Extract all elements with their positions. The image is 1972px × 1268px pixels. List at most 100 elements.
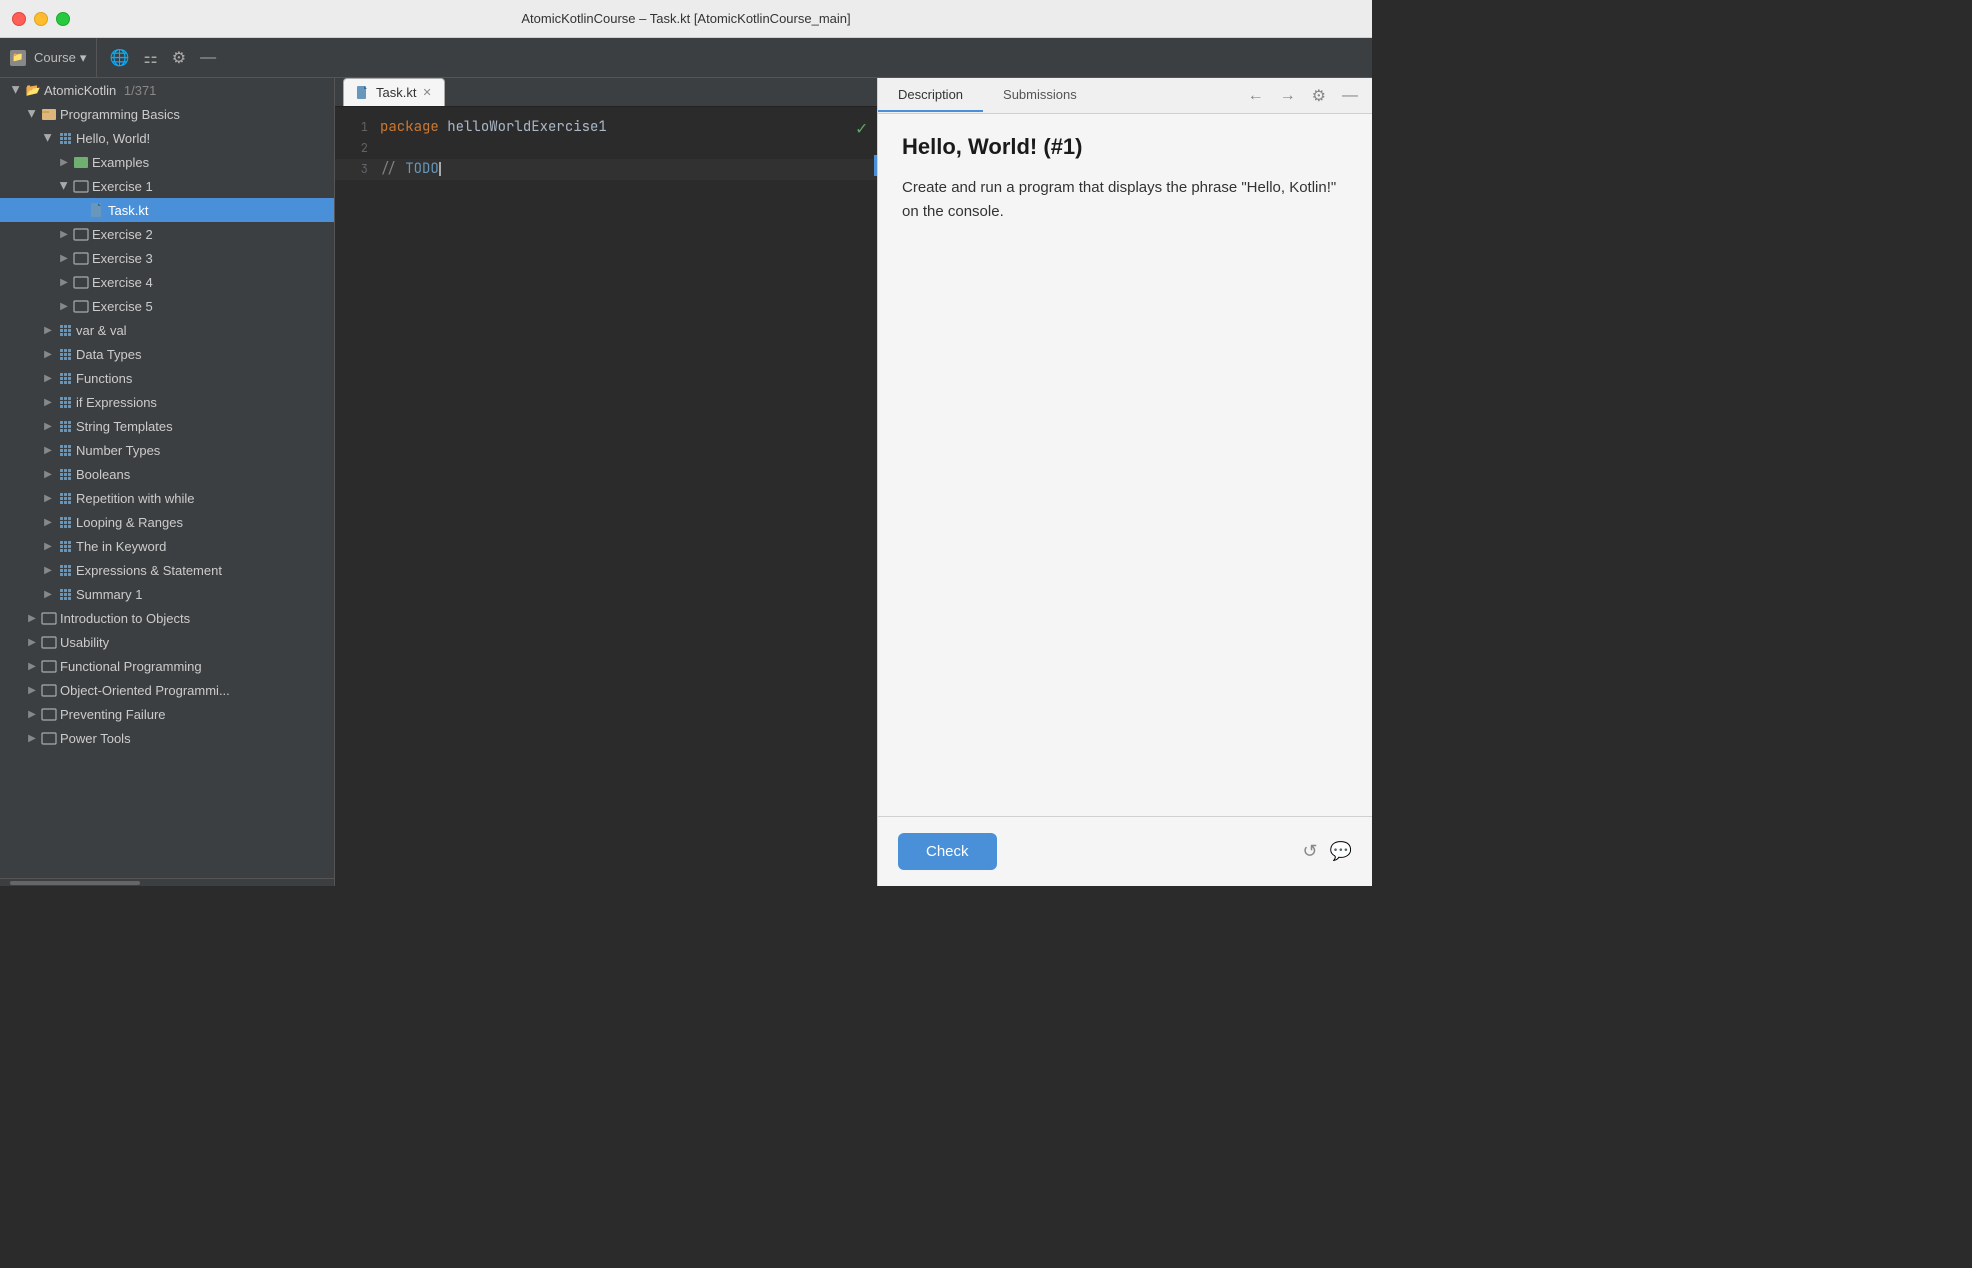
if-exp-label: if Expressions bbox=[74, 395, 334, 410]
window-controls bbox=[12, 12, 70, 26]
sidebar-item-exercise-2[interactable]: ▶ Exercise 2 bbox=[0, 222, 334, 246]
hello-world-label: Hello, World! bbox=[74, 131, 334, 146]
sidebar-item-repetition[interactable]: ▶ Repetition with while bbox=[0, 486, 334, 510]
exercise5-arrow: ▶ bbox=[56, 298, 72, 314]
sidebar-item-looping[interactable]: ▶ Looping & Ranges bbox=[0, 510, 334, 534]
sidebar-item-usability[interactable]: ▶ Usability bbox=[0, 630, 334, 654]
window-title: AtomicKotlinCourse – Task.kt [AtomicKotl… bbox=[521, 11, 850, 26]
exercise1-label: Exercise 1 bbox=[90, 179, 334, 194]
exercise1-folder-icon bbox=[72, 177, 90, 195]
sidebar-item-root[interactable]: ▶ 📂 AtomicKotlin 1/371 bbox=[0, 78, 334, 102]
nav-forward-button[interactable]: → bbox=[1274, 85, 1302, 107]
sidebar-item-functional-prog[interactable]: ▶ Functional Programming bbox=[0, 654, 334, 678]
sidebar-item-number-types[interactable]: ▶ Number Types bbox=[0, 438, 334, 462]
hello-world-icon bbox=[56, 129, 74, 147]
if-exp-icon bbox=[56, 393, 74, 411]
sidebar-item-exercise-4[interactable]: ▶ Exercise 4 bbox=[0, 270, 334, 294]
right-panel-content: Hello, World! (#1) Create and run a prog… bbox=[878, 114, 1372, 816]
sidebar-scrollbar[interactable] bbox=[0, 878, 334, 886]
globe-icon-button[interactable]: 🌐 bbox=[105, 46, 133, 70]
sidebar-item-examples[interactable]: ▶ Examples bbox=[0, 150, 334, 174]
sidebar-item-preventing-failure[interactable]: ▶ Preventing Failure bbox=[0, 702, 334, 726]
root-folder-icon: 📂 bbox=[24, 81, 42, 99]
sidebar-item-programming-basics[interactable]: ▶ Programming Basics bbox=[0, 102, 334, 126]
num-types-icon bbox=[56, 441, 74, 459]
in-kw-label: The in Keyword bbox=[74, 539, 334, 554]
minus-icon-button[interactable]: — bbox=[196, 47, 220, 69]
editor-code-area[interactable]: ✓ 1 package helloWorldExercise1 2 bbox=[335, 107, 877, 886]
tab-close-button[interactable]: ✕ bbox=[422, 86, 431, 99]
course-label: Course bbox=[34, 50, 76, 65]
layout-icon-button[interactable]: ⚏ bbox=[139, 46, 161, 70]
check-button[interactable]: Check bbox=[898, 833, 997, 870]
course-button[interactable]: Course ▾ bbox=[34, 50, 86, 66]
footer-refresh-button[interactable]: ↺ bbox=[1302, 841, 1317, 862]
intro-obj-arrow: ▶ bbox=[24, 610, 40, 626]
settings-icon-button[interactable]: ⚙ bbox=[168, 46, 190, 70]
sidebar-item-task-kt[interactable]: ▶ Task.kt bbox=[0, 198, 334, 222]
nav-close-button[interactable]: — bbox=[1336, 85, 1364, 107]
sidebar-item-exercise-5[interactable]: ▶ Exercise 5 bbox=[0, 294, 334, 318]
in-kw-icon bbox=[56, 537, 74, 555]
right-panel: Description Submissions ← → ⚙ — Hello, W… bbox=[877, 78, 1372, 886]
exercise1-arrow: ▶ bbox=[56, 178, 72, 194]
maximize-button[interactable] bbox=[56, 12, 70, 26]
exercise3-icon bbox=[72, 249, 90, 267]
examples-folder-icon bbox=[72, 153, 90, 171]
booleans-icon bbox=[56, 465, 74, 483]
num-types-arrow: ▶ bbox=[40, 442, 56, 458]
sidebar-item-power-tools[interactable]: ▶ Power Tools bbox=[0, 726, 334, 750]
minimize-button[interactable] bbox=[34, 12, 48, 26]
sidebar-item-summary-1[interactable]: ▶ Summary 1 bbox=[0, 582, 334, 606]
functions-icon bbox=[56, 369, 74, 387]
nav-settings-button[interactable]: ⚙ bbox=[1306, 84, 1332, 108]
sidebar-item-data-types[interactable]: ▶ Data Types bbox=[0, 342, 334, 366]
exercise-description: Create and run a program that displays t… bbox=[902, 176, 1348, 224]
line-content-1: package helloWorldExercise1 bbox=[380, 117, 877, 138]
tab-task-kt[interactable]: Task.kt ✕ bbox=[343, 78, 445, 106]
sidebar-item-in-keyword[interactable]: ▶ The in Keyword bbox=[0, 534, 334, 558]
sidebar-item-functions[interactable]: ▶ Functions bbox=[0, 366, 334, 390]
power-tools-label: Power Tools bbox=[58, 731, 334, 746]
data-types-label: Data Types bbox=[74, 347, 334, 362]
sidebar-item-hello-world[interactable]: ▶ Hello, World! bbox=[0, 126, 334, 150]
prog-basics-folder-icon bbox=[40, 105, 58, 123]
right-panel-nav: ← → ⚙ — bbox=[1242, 84, 1372, 108]
footer-icons: ↺ 💬 bbox=[1302, 841, 1352, 862]
tab-submissions[interactable]: Submissions bbox=[983, 79, 1097, 112]
sidebar-item-expressions[interactable]: ▶ Expressions & Statement bbox=[0, 558, 334, 582]
str-tmpl-arrow: ▶ bbox=[40, 418, 56, 434]
sidebar-item-booleans[interactable]: ▶ Booleans bbox=[0, 462, 334, 486]
sidebar-item-intro-objects[interactable]: ▶ Introduction to Objects bbox=[0, 606, 334, 630]
expr-arrow: ▶ bbox=[40, 562, 56, 578]
prev-fail-icon bbox=[40, 705, 58, 723]
nav-back-button[interactable]: ← bbox=[1242, 85, 1270, 107]
root-label: AtomicKotlin 1/371 bbox=[42, 83, 334, 98]
editor-line-2: 2 bbox=[335, 138, 877, 159]
sidebar-item-exercise-3[interactable]: ▶ Exercise 3 bbox=[0, 246, 334, 270]
exercise3-arrow: ▶ bbox=[56, 250, 72, 266]
task-kt-file-icon bbox=[88, 201, 106, 219]
sidebar-item-string-templates[interactable]: ▶ String Templates bbox=[0, 414, 334, 438]
prog-basics-label: Programming Basics bbox=[58, 107, 334, 122]
func-prog-arrow: ▶ bbox=[24, 658, 40, 674]
sidebar-item-if-expressions[interactable]: ▶ if Expressions bbox=[0, 390, 334, 414]
tab-description[interactable]: Description bbox=[878, 79, 983, 112]
sidebar-item-oop[interactable]: ▶ Object-Oriented Programmi... bbox=[0, 678, 334, 702]
root-arrow: ▶ bbox=[8, 82, 24, 98]
app-container: 📁 Course ▾ 🌐 ⚏ ⚙ — ▶ 📂 AtomicKotlin bbox=[0, 38, 1372, 886]
line-num-3: 3 bbox=[335, 159, 380, 180]
sidebar-item-exercise-1[interactable]: ▶ Exercise 1 bbox=[0, 174, 334, 198]
editor-line-3: 3 // TODO bbox=[335, 159, 877, 180]
rep-arrow: ▶ bbox=[40, 490, 56, 506]
rep-icon bbox=[56, 489, 74, 507]
footer-chat-button[interactable]: 💬 bbox=[1330, 841, 1352, 862]
close-button[interactable] bbox=[12, 12, 26, 26]
intro-obj-label: Introduction to Objects bbox=[58, 611, 334, 626]
in-kw-arrow: ▶ bbox=[40, 538, 56, 554]
sidebar-item-var-val[interactable]: ▶ var & val bbox=[0, 318, 334, 342]
rep-label: Repetition with while bbox=[74, 491, 334, 506]
var-val-icon bbox=[56, 321, 74, 339]
todo-keyword: TODO bbox=[405, 160, 439, 178]
func-prog-icon bbox=[40, 657, 58, 675]
